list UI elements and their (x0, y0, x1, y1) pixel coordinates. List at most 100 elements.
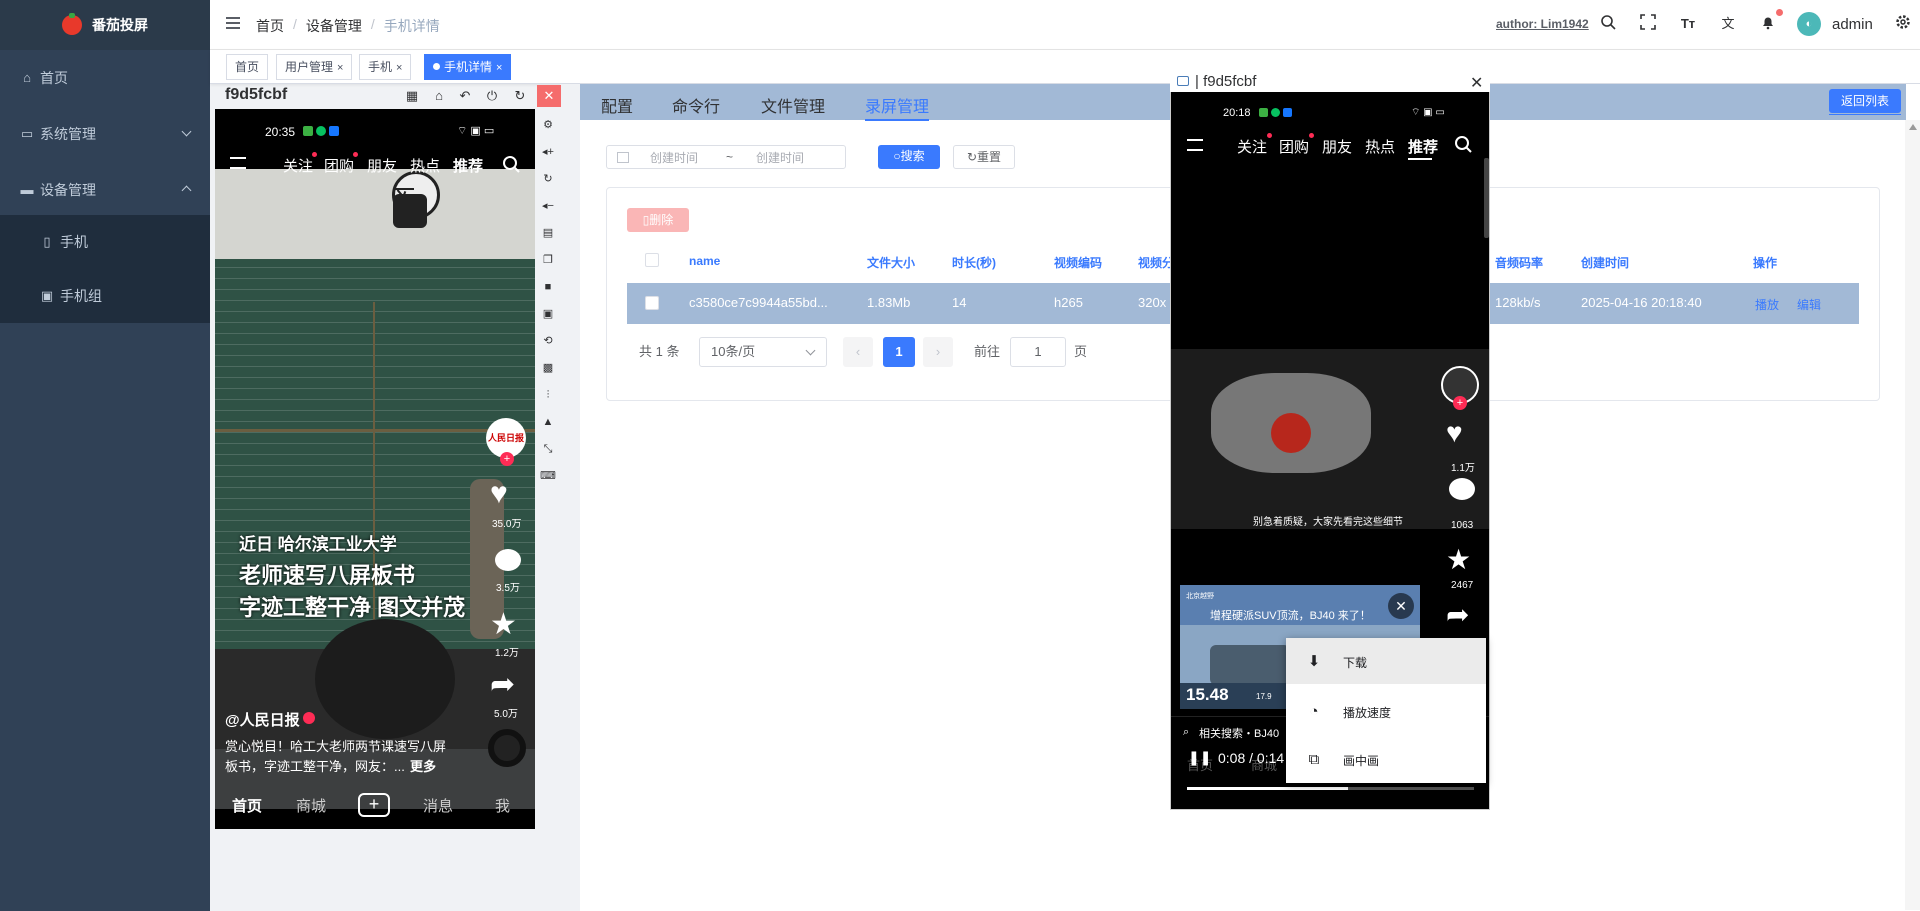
grid-icon[interactable]: ▦ (402, 86, 422, 106)
close-device-button[interactable]: ✕ (537, 85, 561, 107)
sidebar-item-device[interactable]: ▬ 设备管理 (0, 162, 210, 218)
search-icon[interactable] (502, 155, 520, 176)
column-header[interactable]: 时长(秒) (952, 254, 996, 271)
breadcrumb-device[interactable]: 设备管理 (306, 16, 362, 36)
close-window-button[interactable]: ✕ (1470, 73, 1483, 93)
back-to-list-button[interactable]: 返回列表 (1829, 89, 1901, 113)
power-icon[interactable]: ⏻ (482, 86, 502, 106)
tab-recommended[interactable]: 推荐 (453, 155, 483, 176)
volume-up-icon[interactable]: ◂+ (540, 144, 556, 160)
font-size-icon[interactable]: Tт (1678, 14, 1698, 34)
tab-group-buy[interactable]: 团购 (1279, 136, 1309, 157)
column-header[interactable]: name (689, 254, 720, 268)
tab-screen-recording[interactable]: 录屏管理 (865, 93, 929, 117)
music-disc-icon[interactable] (488, 729, 526, 767)
screenshot-icon[interactable]: ▣ (540, 306, 556, 322)
nav-mall[interactable]: 商城 (296, 795, 326, 816)
scroll-up-icon[interactable] (1909, 124, 1917, 130)
copy-icon[interactable]: ❐ (540, 252, 556, 268)
translate-icon[interactable]: 文 (1718, 14, 1738, 34)
column-header[interactable]: 文件大小 (867, 254, 915, 271)
close-icon[interactable]: × (337, 62, 343, 74)
expand-icon[interactable]: ⤡ (540, 441, 556, 457)
tab-file-management[interactable]: 文件管理 (761, 93, 825, 117)
video-author[interactable]: @人民日报 (225, 709, 300, 730)
tab-recommended[interactable]: 推荐 (1408, 136, 1438, 157)
comment-icon[interactable] (495, 549, 521, 571)
create-button[interactable]: + (358, 793, 390, 817)
star-icon[interactable]: ★ (1446, 543, 1471, 576)
column-header[interactable]: 音频码率 (1495, 254, 1543, 271)
hamburger-icon[interactable] (226, 17, 240, 31)
tag-home[interactable]: 首页 (226, 54, 269, 80)
close-icon[interactable]: × (496, 62, 502, 74)
follow-plus-icon[interactable]: + (1453, 396, 1467, 410)
page-number-current[interactable]: 1 (883, 337, 915, 367)
tab-follow[interactable]: 关注 (1237, 136, 1267, 157)
user-name[interactable]: admin (1832, 16, 1873, 33)
pause-icon[interactable]: ❚❚ (1188, 749, 1211, 766)
breadcrumb-home[interactable]: 首页 (256, 16, 284, 36)
goto-page-input[interactable]: 1 (1010, 337, 1066, 367)
search-button[interactable]: ○搜索 (878, 145, 940, 169)
menu-item-download[interactable]: ⬇ 下载 (1286, 638, 1486, 684)
star-icon[interactable]: ★ (490, 607, 517, 642)
column-header[interactable]: 创建时间 (1581, 254, 1629, 271)
search-icon[interactable] (1598, 14, 1618, 34)
column-header[interactable]: 视频编码 (1054, 254, 1102, 271)
screen-off-icon[interactable]: ▩ (540, 360, 556, 376)
clipboard-icon[interactable]: ▤ (540, 225, 556, 241)
heart-icon[interactable]: ♥ (1446, 417, 1463, 449)
record-icon[interactable]: ■ (540, 279, 556, 295)
select-all-checkbox[interactable] (645, 253, 659, 267)
volume-down-icon[interactable]: ◂− (540, 198, 556, 214)
phone-screen[interactable]: 20:35 ⌔ ▣ ▭ 关注 团购 朋友 热点 推荐 近日 哈尔滨工业大学 老师… (215, 109, 535, 829)
search-icon[interactable] (1454, 135, 1472, 156)
avatar[interactable]: ◐ (1797, 12, 1821, 36)
home-icon[interactable]: ⌂ (429, 86, 449, 106)
next-page-button[interactable]: › (923, 337, 953, 367)
author-link[interactable]: author: Lim1942 (1496, 17, 1589, 31)
app-logo[interactable]: 番茄投屏 (0, 0, 210, 50)
tab-follow[interactable]: 关注 (283, 155, 313, 176)
sidebar-item-system[interactable]: ▭ 系统管理 (0, 106, 210, 162)
menu-icon[interactable] (230, 157, 246, 169)
tab-config[interactable]: 配置 (601, 93, 633, 117)
notification-icon[interactable]: ▲ (540, 414, 556, 430)
tab-friends[interactable]: 朋友 (1322, 136, 1352, 157)
tag-phone[interactable]: 手机 × (359, 54, 412, 80)
sidebar-item-phone[interactable]: ▯ 手机 (0, 215, 210, 269)
menu-item-picture-in-picture[interactable]: ⧉ 画中画 (1286, 736, 1486, 782)
sidebar-item-home[interactable]: ⌂ 首页 (0, 50, 210, 106)
settings-icon[interactable]: ⚙ (540, 117, 556, 133)
nav-messages[interactable]: 消息 (423, 795, 453, 816)
comment-icon[interactable] (1449, 478, 1475, 500)
play-link[interactable]: 播放 (1755, 296, 1779, 313)
sidebar-item-phone-group[interactable]: ▣ 手机组 (0, 269, 210, 323)
video-window-titlebar[interactable]: | f9d5fcbf ✕ (1170, 72, 1490, 92)
close-ad-icon[interactable]: ✕ (1388, 593, 1414, 619)
date-range-picker[interactable]: 创建时间 ~ 创建时间 (606, 145, 846, 169)
related-search[interactable]: 相关搜索・BJ40 (1199, 725, 1279, 741)
tag-user-management[interactable]: 用户管理 × (276, 54, 353, 80)
date-start-input[interactable]: 创建时间 (650, 149, 698, 166)
close-icon[interactable]: × (396, 62, 402, 74)
tune-icon[interactable]: ⫶ (540, 387, 556, 403)
share-icon[interactable]: ➦ (1446, 598, 1469, 631)
tag-phone-detail[interactable]: 手机详情 × (424, 54, 512, 80)
nav-home[interactable]: 首页 (232, 795, 262, 816)
scrollbar-thumb[interactable] (1484, 158, 1489, 238)
follow-plus-icon[interactable]: + (500, 452, 514, 466)
scrollbar[interactable] (1905, 120, 1920, 910)
tab-friends[interactable]: 朋友 (367, 155, 397, 176)
nav-me[interactable]: 我 (495, 795, 510, 816)
tab-trending[interactable]: 热点 (1365, 136, 1395, 157)
menu-item-playback-speed[interactable]: ◔ 播放速度 (1286, 688, 1486, 734)
share-icon[interactable]: ➦ (490, 667, 515, 702)
refresh-icon[interactable]: ↻ (510, 86, 530, 106)
back-icon[interactable]: ↶ (455, 86, 475, 106)
tab-command-line[interactable]: 命令行 (672, 93, 720, 117)
heart-icon[interactable]: ♥ (490, 477, 508, 511)
column-header[interactable]: 视频分 (1138, 254, 1174, 271)
menu-icon[interactable] (1187, 139, 1203, 151)
